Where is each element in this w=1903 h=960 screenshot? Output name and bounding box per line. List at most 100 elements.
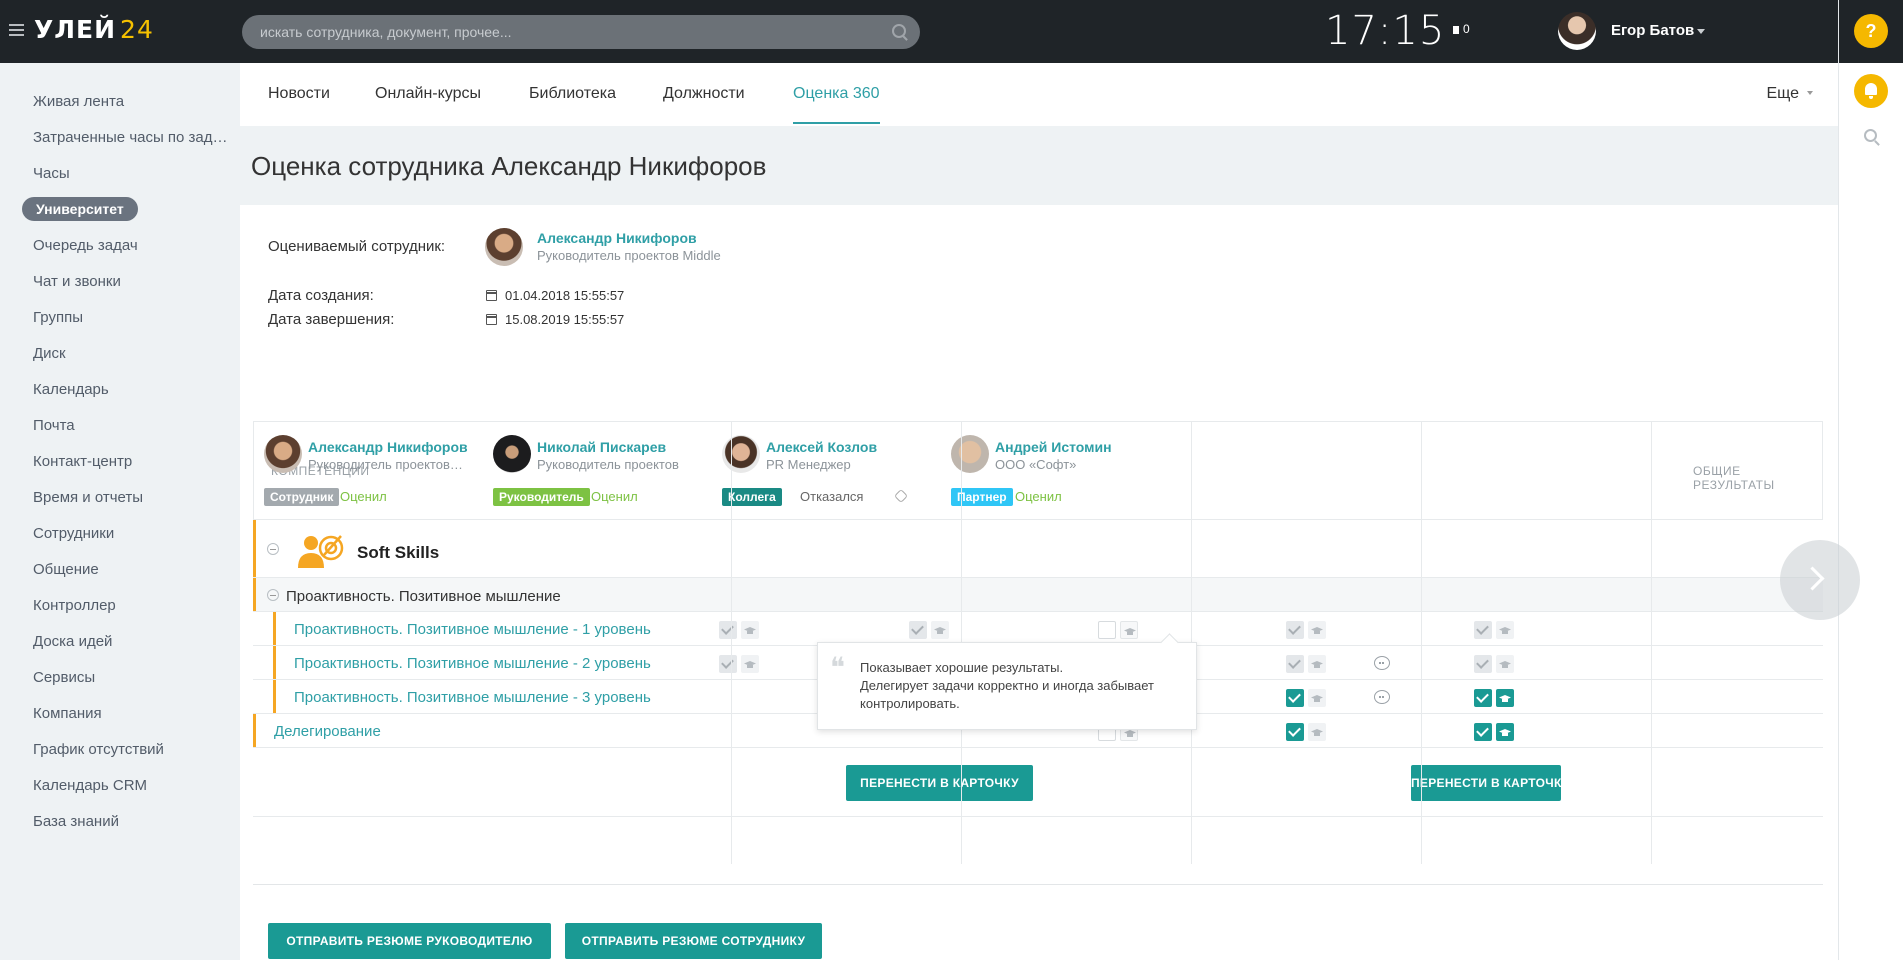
sidebar-item-time-reports[interactable]: Время и отчеты [0,480,232,516]
competency-link[interactable]: Делегирование [274,723,381,740]
graduation-cap-icon [1308,689,1326,707]
sidebar-item-chat[interactable]: Чат и звонки [0,264,232,300]
scroll-right-icon[interactable] [1780,540,1860,620]
sidebar-item-task-queue[interactable]: Очередь задач [0,228,232,264]
search-input[interactable] [260,24,860,40]
transfer-to-card-button[interactable]: ПЕРЕНЕСТИ В КАРТОЧКУ [846,765,1033,801]
user-avatar[interactable] [1558,12,1596,50]
competency-level-link[interactable]: Проактивность. Позитивное мышление - 1 у… [294,621,651,638]
finished-label: Дата завершения: [268,311,395,328]
reviewer-name[interactable]: Андрей Истомин [995,439,1112,455]
link-icon[interactable] [893,488,909,504]
sidebar-item-university[interactable]: Университет [0,192,232,228]
table-row: Проактивность. Позитивное мышление - 1 у… [253,611,1823,645]
sidebar-item-communication[interactable]: Общение [0,552,232,588]
soft-skills-icon [298,535,344,568]
help-icon[interactable]: ? [1854,14,1888,48]
table-header: КОМПЕТЕНЦИИ Александр Никифоров Руководи… [253,421,1823,519]
tab-news[interactable]: Новости [268,85,330,103]
sidebar-item-hours[interactable]: Часы [0,156,232,192]
sidebar-item-services[interactable]: Сервисы [0,660,232,696]
bell-icon[interactable] [1854,74,1888,108]
check-icon [909,621,927,639]
competency-level-link[interactable]: Проактивность. Позитивное мышление - 3 у… [294,689,651,706]
logo[interactable]: УЛЕЙ 24 [34,15,154,44]
check-icon[interactable] [1286,689,1304,707]
graduation-cap-icon [1120,621,1138,639]
subgroup-title: Проактивность. Позитивное мышление [286,588,561,605]
page-title: Оценка сотрудника Александр Никифоров [251,151,767,181]
sidebar-item-disk[interactable]: Диск [0,336,232,372]
check-icon [719,621,737,639]
calendar-icon [486,290,497,301]
search-icon[interactable] [1864,129,1877,142]
reviewer-position: ООО «Софт» [995,457,1077,472]
graduation-cap-icon [1308,723,1326,741]
flag-counter[interactable]: 0 [1453,22,1470,36]
reviewer-name[interactable]: Алексей Козлов [766,439,877,455]
checkbox [1098,621,1116,639]
collapse-icon[interactable] [267,589,279,601]
sidebar: Живая лента Затраченные часы по задачам … [0,63,240,840]
sidebar-item-employees[interactable]: Сотрудники [0,516,232,552]
competency-level-link[interactable]: Проактивность. Позитивное мышление - 2 у… [294,655,651,672]
send-resume-employee-button[interactable]: ОТПРАВИТЬ РЕЗЮМЕ СОТРУДНИКУ [565,923,822,959]
tab-positions[interactable]: Должности [663,85,745,103]
review-status: Оценил [591,489,638,504]
comment-icon[interactable] [1374,656,1390,670]
reviewer-avatar[interactable] [264,435,302,473]
sidebar-item-absence[interactable]: График отсутствий [0,732,232,768]
reviewer-avatar[interactable] [722,435,760,473]
reviewer-name[interactable]: Александр Никифоров [308,439,468,455]
transfer-to-card-total-button[interactable]: ПЕРЕНЕСТИ В КАРТОЧКУ [1411,765,1561,801]
sidebar-item-company[interactable]: Компания [0,696,232,732]
sidebar-item-knowledge-base[interactable]: База знаний [0,804,232,840]
review-status: Оценил [1015,489,1062,504]
review-status: Отказался [800,489,864,504]
flag-icon [1453,26,1459,34]
check-icon [719,655,737,673]
main-content: Новости Онлайн-курсы Библиотека Должност… [240,63,1838,960]
sidebar-item-mail[interactable]: Почта [0,408,232,444]
created-label: Дата создания: [268,287,374,304]
tab-library[interactable]: Библиотека [529,85,616,103]
right-rail: ? [1838,0,1903,960]
reviewer-name[interactable]: Николай Пискарев [537,439,666,455]
employee-name-link[interactable]: Александр Никифоров [537,230,697,246]
quote-icon: ❝ [830,651,846,684]
sidebar-item-ideas[interactable]: Доска идей [0,624,232,660]
check-icon[interactable] [1286,723,1304,741]
competency-subgroup-row: Проактивность. Позитивное мышление [253,577,1823,611]
search-bar [242,15,920,49]
collapse-icon[interactable] [267,543,279,555]
sidebar-item-crm-calendar[interactable]: Календарь CRM [0,768,232,804]
graduation-cap-icon [1308,621,1326,639]
sidebar-item-calendar[interactable]: Календарь [0,372,232,408]
competency-group-row: Soft Skills [253,519,1823,577]
sidebar-item-spent-hours[interactable]: Затраченные часы по задачам [0,120,232,156]
graduation-cap-icon [741,655,759,673]
reviewer-avatar[interactable] [493,435,531,473]
sidebar-item-contact-center[interactable]: Контакт-центр [0,444,232,480]
employee-avatar[interactable] [485,228,523,266]
search-icon[interactable] [892,24,906,38]
evaluation-panel: Оцениваемый сотрудник: Александр Никифор… [240,205,1838,960]
employee-position: Руководитель проектов Middle [537,248,721,263]
role-badge: Сотрудник [264,488,340,506]
check-icon [1474,621,1492,639]
comment-icon[interactable] [1374,690,1390,704]
more-menu[interactable]: Еще [1766,85,1813,103]
check-icon [1286,655,1304,673]
tab-online-courses[interactable]: Онлайн-курсы [375,85,481,103]
reviewer-avatar[interactable] [951,435,989,473]
sidebar-item-feed[interactable]: Живая лента [0,84,232,120]
reviewer-position: Руководитель проектов [537,457,679,472]
sidebar-item-groups[interactable]: Группы [0,300,232,336]
menu-icon[interactable] [9,24,24,36]
send-resume-manager-button[interactable]: ОТПРАВИТЬ РЕЗЮМЕ РУКОВОДИТЕЛЮ [268,923,551,959]
tab-evaluation-360[interactable]: Оценка 360 [793,85,880,124]
sidebar-item-controller[interactable]: Контроллер [0,588,232,624]
graduation-cap-icon [931,621,949,639]
user-name[interactable]: Егор Батов [1611,22,1694,39]
chevron-down-icon[interactable] [1697,29,1705,34]
